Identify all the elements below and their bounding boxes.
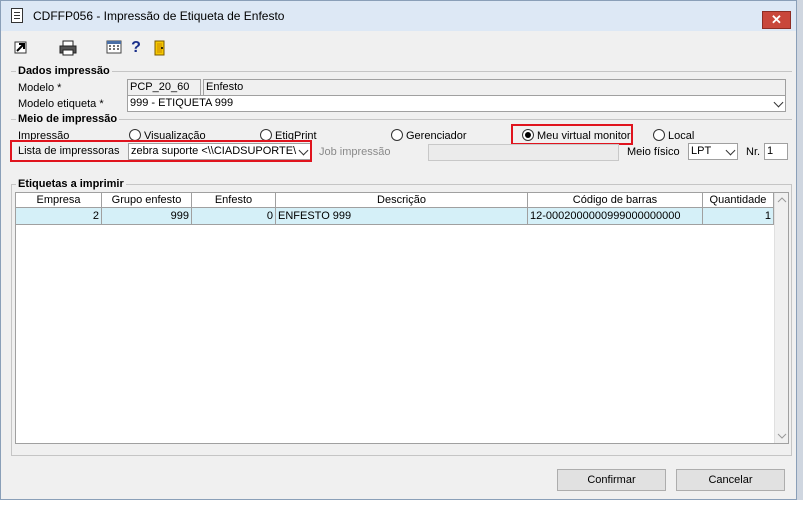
radio-local-label: Local [668, 130, 695, 142]
table-cell-descricao[interactable]: ENFESTO 999 [276, 208, 528, 225]
vertical-scrollbar[interactable] [774, 193, 788, 443]
table-cell-empresa[interactable]: 2 [16, 208, 102, 225]
radio-gerenciador-label: Gerenciador [406, 130, 467, 142]
etiquetas-table[interactable]: Empresa Grupo enfesto Enfesto Descrição … [15, 192, 789, 444]
modelo-etiqueta-select[interactable]: 999 - ETIQUETA 999 [127, 95, 786, 112]
radio-gerenciador[interactable] [391, 129, 403, 141]
modelo-label: Modelo * [18, 82, 62, 94]
table-cell-quantidade[interactable]: 1 [703, 208, 774, 225]
arrow-icon[interactable] [12, 40, 30, 56]
chevron-down-icon [725, 145, 736, 156]
scroll-up-icon[interactable] [776, 196, 788, 204]
cancelar-button[interactable]: Cancelar [676, 469, 785, 491]
radio-local[interactable] [653, 129, 665, 141]
dados-impressao-legend: Dados impressão [16, 65, 112, 77]
calculator-icon[interactable] [105, 40, 123, 56]
help-icon[interactable]: ? [127, 40, 145, 56]
column-header-codigo-barras[interactable]: Código de barras [528, 193, 703, 208]
confirmar-button[interactable]: Confirmar [557, 469, 666, 491]
job-impressao-label: Job impressão [319, 146, 391, 158]
modelo-etiqueta-label: Modelo etiqueta * [18, 98, 104, 110]
nr-label: Nr. [746, 146, 761, 158]
table-cell-codigo-barras[interactable]: 12-0002000000999000000000 [528, 208, 703, 225]
column-header-quantidade[interactable]: Quantidade [703, 193, 774, 208]
dialog-window: CDFFP056 - Impressão de Etiqueta de Enfe… [0, 0, 797, 500]
meio-fisico-select[interactable]: LPT [688, 143, 738, 160]
job-impressao-field [428, 144, 619, 161]
etiquetas-legend: Etiquetas a imprimir [16, 178, 126, 190]
document-icon [11, 8, 23, 23]
column-header-descricao[interactable]: Descrição [276, 193, 528, 208]
title-bar: CDFFP056 - Impressão de Etiqueta de Enfe… [1, 1, 796, 31]
highlight-box-virtual-monitor [511, 124, 633, 145]
column-header-grupo-enfesto[interactable]: Grupo enfesto [102, 193, 192, 208]
window-title: CDFFP056 - Impressão de Etiqueta de Enfe… [33, 9, 285, 23]
modelo-etiqueta-value: 999 - ETIQUETA 999 [130, 97, 234, 109]
exit-door-icon[interactable] [151, 40, 169, 56]
meio-fisico-value: LPT [691, 145, 712, 157]
column-header-enfesto[interactable]: Enfesto [192, 193, 276, 208]
modelo-description-field: Enfesto [203, 79, 786, 96]
chevron-down-icon [773, 97, 784, 108]
meio-impressao-legend: Meio de impressão [16, 113, 120, 125]
desktop-background [0, 500, 803, 506]
close-button[interactable]: ✕ [762, 11, 791, 29]
column-header-empresa[interactable]: Empresa [16, 193, 102, 208]
toolbar: ? [1, 32, 796, 62]
printer-icon[interactable] [58, 40, 78, 56]
table-cell-grupo-enfesto[interactable]: 999 [102, 208, 192, 225]
table-cell-enfesto[interactable]: 0 [192, 208, 276, 225]
scroll-down-icon[interactable] [776, 432, 788, 440]
meio-fisico-label: Meio físico [627, 146, 680, 158]
background-window-edge [797, 0, 803, 506]
highlight-box-lista-impressoras [10, 140, 312, 162]
nr-input[interactable]: 1 [764, 143, 788, 160]
modelo-code-field: PCP_20_60 [127, 79, 201, 96]
